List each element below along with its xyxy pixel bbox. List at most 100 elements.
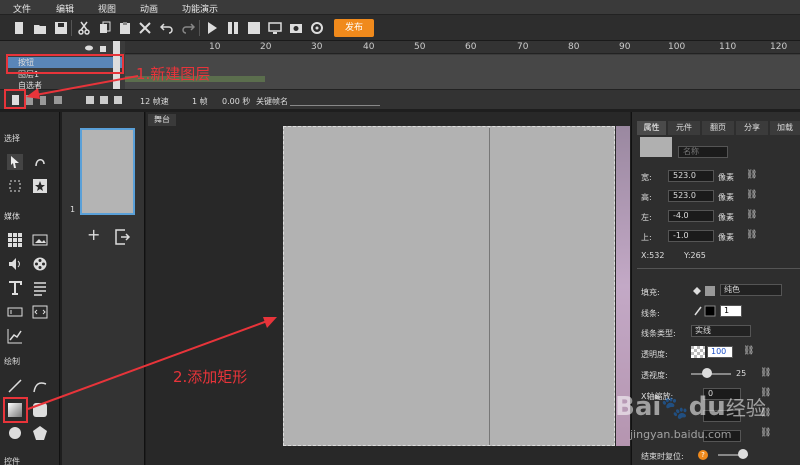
link-icon[interactable]: ⛓ bbox=[746, 190, 757, 200]
pen-icon[interactable] bbox=[693, 305, 717, 317]
fill-mode-select[interactable]: 纯色 bbox=[720, 284, 782, 296]
circle-icon[interactable] bbox=[7, 425, 23, 441]
tab-symbols[interactable]: 元件 bbox=[668, 121, 700, 135]
opacity-label: 透明度: bbox=[641, 350, 668, 359]
ruler-tick: 120 bbox=[770, 42, 788, 52]
height-input[interactable]: 523.0 bbox=[668, 190, 714, 202]
fill-label: 填充: bbox=[641, 288, 660, 297]
paragraph-icon[interactable] bbox=[32, 280, 48, 296]
page-number: 1 bbox=[70, 205, 76, 214]
tab-loading[interactable]: 加载 bbox=[770, 121, 800, 135]
subselect-icon[interactable] bbox=[32, 154, 48, 170]
input-field-icon[interactable] bbox=[7, 304, 23, 320]
menu-edit[interactable]: 编辑 bbox=[56, 2, 74, 15]
menu-view[interactable]: 视图 bbox=[98, 2, 116, 15]
main-toolbar: 发布 bbox=[0, 15, 800, 41]
stop-icon[interactable] bbox=[247, 21, 261, 35]
settings-icon[interactable] bbox=[310, 21, 324, 35]
annotation-step1: 1.新建图层 bbox=[136, 65, 211, 83]
chart-icon[interactable] bbox=[7, 328, 23, 344]
left-unit: 像素 bbox=[718, 213, 734, 222]
tools-section-media[interactable]: 媒体 bbox=[4, 211, 20, 222]
ruler-tick: 80 bbox=[568, 42, 580, 52]
menu-animation[interactable]: 动画 bbox=[140, 2, 158, 15]
opacity-swatch bbox=[691, 346, 705, 358]
tools-section-select[interactable]: 选择 bbox=[4, 133, 20, 144]
ruler-tick: 100 bbox=[668, 42, 686, 52]
open-icon[interactable] bbox=[33, 21, 47, 35]
redo-icon[interactable] bbox=[181, 21, 195, 35]
width-input[interactable]: 523.0 bbox=[668, 170, 714, 182]
add-page-button[interactable]: + bbox=[87, 225, 100, 244]
time-readout: 0.00 秒 bbox=[222, 97, 251, 106]
frame-name-input[interactable] bbox=[290, 105, 380, 106]
star-frame-icon[interactable] bbox=[32, 178, 48, 194]
grid-icon[interactable] bbox=[7, 232, 23, 248]
annotation-arrow-1 bbox=[26, 75, 139, 99]
cut-icon[interactable] bbox=[77, 21, 91, 35]
ruler-tick: 50 bbox=[414, 42, 426, 52]
menu-demo[interactable]: 功能演示 bbox=[182, 2, 218, 15]
link-icon[interactable]: ⛓ bbox=[760, 428, 771, 438]
tab-share[interactable]: 分享 bbox=[736, 121, 768, 135]
help-icon[interactable]: ? bbox=[698, 450, 708, 460]
timeline-tracks[interactable] bbox=[125, 55, 800, 90]
paste-icon[interactable] bbox=[118, 21, 132, 35]
sound-icon[interactable] bbox=[7, 256, 23, 272]
annotation-arrow-2 bbox=[27, 317, 277, 410]
menu-file[interactable]: 文件 bbox=[13, 2, 31, 15]
play-icon[interactable] bbox=[205, 21, 219, 35]
stroke-type-label: 线条类型: bbox=[641, 329, 676, 338]
line-icon[interactable] bbox=[7, 378, 23, 394]
layer-visibility-icons bbox=[85, 45, 106, 52]
stage-tab[interactable]: 舞台 bbox=[148, 114, 176, 126]
fill-bucket-icon[interactable] bbox=[691, 285, 717, 297]
object-preview bbox=[640, 137, 672, 157]
name-input[interactable]: 名称 bbox=[678, 146, 728, 158]
pentagon-icon[interactable] bbox=[32, 425, 48, 441]
link-icon[interactable]: ⛓ bbox=[746, 230, 757, 240]
top-label: 上: bbox=[641, 233, 652, 242]
tools-section-controls[interactable]: 控件 bbox=[4, 456, 20, 465]
y-readout: Y:265 bbox=[684, 251, 706, 260]
link-icon[interactable]: ⛓ bbox=[746, 210, 757, 220]
link-icon[interactable]: ⛓ bbox=[746, 170, 757, 180]
frame-name-label: 关键帧名 bbox=[256, 97, 288, 106]
link-icon[interactable]: ⛓ bbox=[743, 346, 754, 356]
pointer-icon[interactable] bbox=[7, 154, 23, 170]
video-icon[interactable] bbox=[32, 256, 48, 272]
fps-readout: 12 帧速 bbox=[140, 97, 169, 106]
page-thumbnail[interactable] bbox=[80, 128, 135, 215]
text-icon[interactable] bbox=[7, 280, 23, 296]
watermark-url: jingyan.baidu.com bbox=[630, 428, 732, 441]
timeline-ruler[interactable]: 10 20 30 40 50 60 70 80 90 100 110 120 bbox=[125, 41, 800, 54]
preview-icon[interactable] bbox=[268, 21, 282, 35]
tools-section-draw[interactable]: 绘制 bbox=[4, 356, 20, 367]
image-icon[interactable] bbox=[32, 232, 48, 248]
reset-label: 结束时复位: bbox=[641, 452, 684, 461]
publish-button[interactable]: 发布 bbox=[334, 19, 374, 37]
left-input[interactable]: -4.0 bbox=[668, 210, 714, 222]
transform-icon[interactable] bbox=[7, 178, 23, 194]
perspective-slider-handle[interactable] bbox=[702, 368, 712, 378]
tab-properties[interactable]: 属性 bbox=[637, 121, 666, 135]
top-input[interactable]: -1.0 bbox=[668, 230, 714, 242]
left-label: 左: bbox=[641, 213, 652, 222]
copy-icon[interactable] bbox=[98, 21, 112, 35]
stroke-type-select[interactable]: 实线 bbox=[691, 325, 751, 337]
height-label: 高: bbox=[641, 193, 652, 202]
save-icon[interactable] bbox=[54, 21, 68, 35]
stroke-width-select[interactable]: 1 bbox=[720, 305, 742, 317]
tab-pageflip[interactable]: 翻页 bbox=[702, 121, 734, 135]
reset-slider-handle[interactable] bbox=[738, 449, 748, 459]
stage-canvas[interactable] bbox=[283, 126, 615, 446]
pause-icon[interactable] bbox=[226, 21, 240, 35]
capture-icon[interactable] bbox=[289, 21, 303, 35]
undo-icon[interactable] bbox=[160, 21, 174, 35]
link-icon[interactable]: ⛓ bbox=[760, 368, 771, 378]
new-icon[interactable] bbox=[12, 21, 26, 35]
ruler-tick: 30 bbox=[311, 42, 323, 52]
delete-icon[interactable] bbox=[138, 21, 152, 35]
import-page-icon[interactable] bbox=[113, 228, 131, 246]
opacity-input[interactable]: 100 bbox=[707, 346, 733, 358]
